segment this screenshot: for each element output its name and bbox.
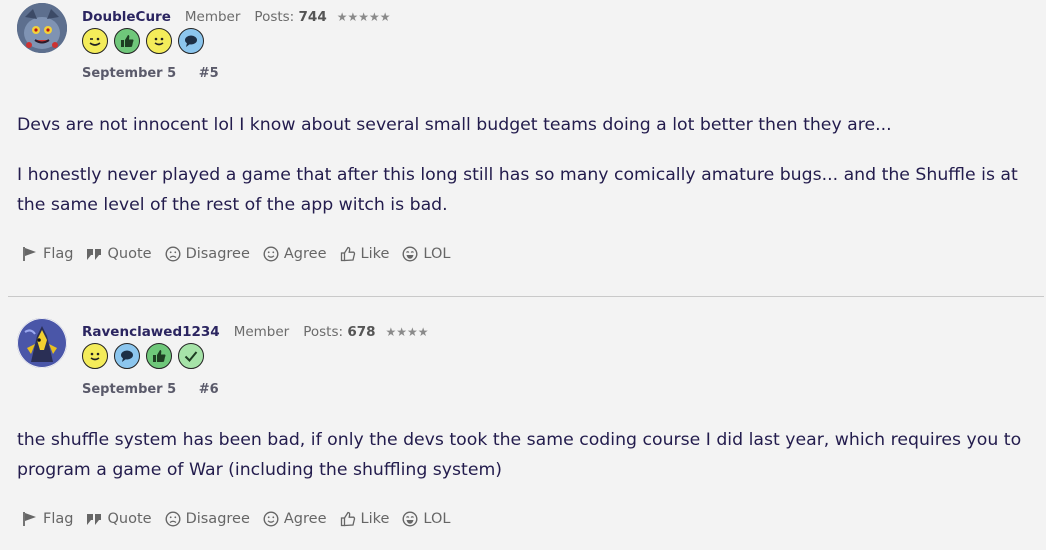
- quote-label: Quote: [107, 511, 152, 527]
- username[interactable]: DoubleCure: [82, 9, 171, 25]
- disagree-label: Disagree: [185, 511, 250, 527]
- checkmark-icon[interactable]: [178, 343, 204, 369]
- flag-button[interactable]: Flag: [22, 511, 73, 527]
- post-count-value: 744: [298, 9, 327, 25]
- post-count-value: 678: [347, 324, 376, 340]
- post-header: DoubleCure Member Posts: 744 ★★★★★: [82, 9, 391, 25]
- like-button[interactable]: Like: [340, 246, 390, 262]
- lol-label: LOL: [423, 246, 451, 262]
- badge-row: [82, 343, 204, 369]
- flag-button[interactable]: Flag: [22, 246, 73, 262]
- post-count-label: Posts:: [254, 9, 295, 25]
- badge-row: [82, 28, 204, 54]
- post-number[interactable]: #6: [199, 382, 219, 397]
- post-number[interactable]: #5: [199, 66, 219, 81]
- post-meta: September 5 #5: [82, 66, 237, 81]
- lol-button[interactable]: LOL: [402, 246, 450, 262]
- post-count: Posts: 744: [254, 9, 326, 25]
- disagree-button[interactable]: Disagree: [165, 246, 250, 262]
- smile-face-icon: [263, 511, 279, 527]
- username[interactable]: Ravenclawed1234: [82, 324, 220, 340]
- disagree-label: Disagree: [185, 246, 250, 262]
- smile-face-icon: [263, 246, 279, 262]
- post-date[interactable]: September 5: [82, 382, 176, 397]
- post-actions: Flag Quote Disagree Agree Like LOL: [22, 246, 463, 262]
- thumbs-up-icon[interactable]: [146, 343, 172, 369]
- thumbs-up-icon: [340, 511, 355, 527]
- post-actions: Flag Quote Disagree Agree Like LOL: [22, 511, 463, 527]
- post-header: Ravenclawed1234 Member Posts: 678 ★★★★: [82, 324, 429, 340]
- post-divider: [8, 296, 1044, 297]
- lol-button[interactable]: LOL: [402, 511, 450, 527]
- quote-icon: [87, 514, 102, 525]
- like-label: Like: [360, 246, 390, 262]
- avatar[interactable]: [17, 3, 67, 53]
- post-paragraph: Devs are not innocent lol I know about s…: [17, 115, 892, 135]
- thumbs-up-icon: [340, 246, 355, 262]
- post-date[interactable]: September 5: [82, 66, 176, 81]
- laugh-face-icon: [402, 246, 418, 262]
- post-paragraph: I honestly never played a game that afte…: [17, 165, 1018, 215]
- like-label: Like: [360, 511, 390, 527]
- post-body: the shuffle system has been bad, if only…: [17, 425, 1037, 505]
- post-count-label: Posts:: [303, 324, 344, 340]
- smile-face-icon[interactable]: [82, 343, 108, 369]
- rank-stars: ★★★★★: [336, 10, 391, 24]
- thumbs-up-icon[interactable]: [114, 28, 140, 54]
- rank-stars: ★★★★: [385, 325, 429, 339]
- flag-label: Flag: [43, 511, 74, 527]
- agree-label: Agree: [283, 246, 327, 262]
- user-role: Member: [184, 9, 241, 25]
- like-button[interactable]: Like: [340, 511, 390, 527]
- post-body: Devs are not innocent lol I know about s…: [17, 110, 1037, 240]
- speech-bubble-icon[interactable]: [178, 28, 204, 54]
- wink-face-icon[interactable]: [82, 28, 108, 54]
- quote-button[interactable]: Quote: [86, 246, 152, 262]
- agree-button[interactable]: Agree: [263, 246, 327, 262]
- post-paragraph: the shuffle system has been bad, if only…: [17, 430, 1022, 480]
- frown-face-icon: [165, 246, 181, 262]
- smile-face-icon[interactable]: [146, 28, 172, 54]
- quote-button[interactable]: Quote: [86, 511, 152, 527]
- flag-icon: [23, 512, 36, 526]
- quote-label: Quote: [107, 246, 152, 262]
- lol-label: LOL: [423, 511, 451, 527]
- avatar[interactable]: [17, 318, 67, 368]
- laugh-face-icon: [402, 511, 418, 527]
- quote-icon: [87, 249, 102, 260]
- post-count: Posts: 678: [303, 324, 375, 340]
- speech-bubble-icon[interactable]: [114, 343, 140, 369]
- user-role: Member: [233, 324, 290, 340]
- frown-face-icon: [165, 511, 181, 527]
- post-meta: September 5 #6: [82, 382, 237, 397]
- agree-label: Agree: [283, 511, 327, 527]
- disagree-button[interactable]: Disagree: [165, 511, 250, 527]
- flag-icon: [23, 247, 36, 261]
- flag-label: Flag: [43, 246, 74, 262]
- agree-button[interactable]: Agree: [263, 511, 327, 527]
